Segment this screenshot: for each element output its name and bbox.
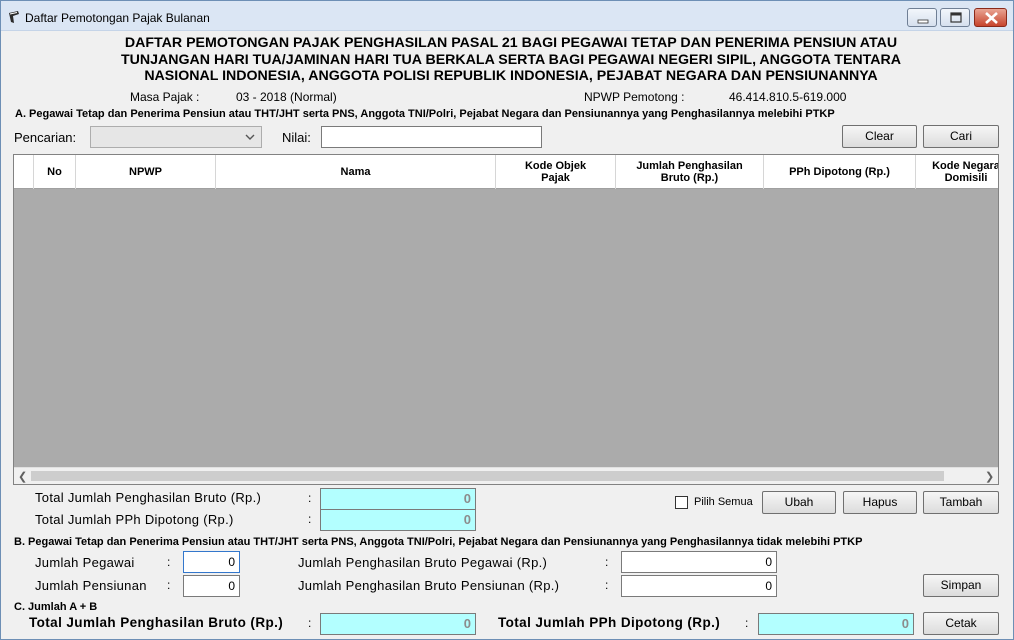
column-header-nama[interactable]: Nama: [216, 155, 496, 189]
jumlah-pegawai-input[interactable]: 0: [183, 551, 240, 573]
horizontal-scrollbar[interactable]: ❮ ❯: [14, 467, 998, 484]
npwp-pemotong-value: 46.414.810.5-619.000: [729, 90, 847, 104]
grid-header: No NPWP Nama Kode Objek Pajak Jumlah Pen…: [14, 155, 998, 189]
minimize-button[interactable]: [907, 8, 937, 27]
ubah-button[interactable]: Ubah: [762, 491, 836, 514]
npwp-pemotong-label: NPWP Pemotong :: [584, 90, 685, 104]
masa-pajak-label: Masa Pajak :: [130, 90, 200, 104]
simpan-button[interactable]: Simpan: [923, 574, 999, 597]
scroll-left-icon[interactable]: ❮: [18, 470, 27, 483]
total-pph-c-field: 0: [758, 613, 914, 635]
pencarian-label: Pencarian:: [14, 130, 77, 145]
total-pph-a-label: Total Jumlah PPh Dipotong (Rp.): [35, 512, 234, 527]
bruto-pensiunan-label: Jumlah Penghasilan Bruto Pensiunan (Rp.): [298, 578, 560, 593]
total-bruto-c-label: Total Jumlah Penghasilan Bruto (Rp.): [29, 615, 284, 630]
minimize-icon: [917, 19, 929, 24]
scrollbar-thumb[interactable]: [31, 471, 944, 481]
colon: :: [167, 555, 171, 569]
colon: :: [308, 512, 312, 526]
chevron-down-icon: [245, 134, 255, 140]
maximize-icon: [950, 12, 962, 23]
column-header-kode-negara[interactable]: Kode Negara Domisili: [916, 155, 998, 189]
data-grid[interactable]: No NPWP Nama Kode Objek Pajak Jumlah Pen…: [13, 154, 999, 485]
column-header-kode-objek-pajak[interactable]: Kode Objek Pajak: [496, 155, 616, 189]
bruto-pensiunan-input[interactable]: 0: [621, 575, 777, 597]
colon: :: [167, 578, 171, 592]
colon: :: [745, 616, 749, 630]
section-b-title: B. Pegawai Tetap dan Penerima Pensiun at…: [14, 536, 863, 548]
tambah-button[interactable]: Tambah: [923, 491, 999, 514]
page-title-line-2: TUNJANGAN HARI TUA/JAMINAN HARI TUA BERK…: [120, 52, 902, 68]
app-icon: [9, 11, 19, 23]
close-button[interactable]: [974, 8, 1007, 27]
pencarian-select[interactable]: [90, 126, 262, 148]
pilih-semua-checkbox[interactable]: [675, 496, 688, 509]
total-bruto-a-label: Total Jumlah Penghasilan Bruto (Rp.): [35, 490, 262, 505]
column-header-jumlah-bruto[interactable]: Jumlah Penghasilan Bruto (Rp.): [616, 155, 764, 189]
title-bar: Daftar Pemotongan Pajak Bulanan: [1, 1, 1013, 31]
total-pph-c-label: Total Jumlah PPh Dipotong (Rp.): [498, 615, 721, 630]
total-bruto-a-field: 0: [320, 488, 476, 510]
section-a-title: A. Pegawai Tetap dan Penerima Pensiun at…: [15, 108, 835, 120]
jumlah-pegawai-label: Jumlah Pegawai: [35, 555, 135, 570]
nilai-label: Nilai:: [282, 130, 311, 145]
pilih-semua-label[interactable]: Pilih Semua: [694, 496, 753, 508]
close-icon: [985, 12, 998, 24]
colon: :: [308, 616, 312, 630]
cari-button[interactable]: Cari: [923, 125, 999, 148]
bruto-pegawai-input[interactable]: 0: [621, 551, 777, 573]
maximize-button[interactable]: [940, 8, 970, 27]
window-title: Daftar Pemotongan Pajak Bulanan: [25, 11, 210, 25]
main-window: Daftar Pemotongan Pajak Bulanan DAFTAR P…: [0, 0, 1014, 640]
total-bruto-c-field: 0: [320, 613, 476, 635]
colon: :: [308, 491, 312, 505]
column-header-npwp[interactable]: NPWP: [76, 155, 216, 189]
column-header-no[interactable]: No: [34, 155, 76, 189]
masa-pajak-value: 03 - 2018 (Normal): [236, 90, 337, 104]
colon: :: [605, 578, 609, 592]
clear-button[interactable]: Clear: [842, 125, 917, 148]
grid-row-header: [14, 155, 34, 189]
jumlah-pensiunan-label: Jumlah Pensiunan: [35, 578, 147, 593]
section-c-title: C. Jumlah A + B: [14, 601, 98, 613]
colon: :: [605, 555, 609, 569]
jumlah-pensiunan-input[interactable]: 0: [183, 575, 240, 597]
column-header-pph-dipotong[interactable]: PPh Dipotong (Rp.): [764, 155, 916, 189]
bruto-pegawai-label: Jumlah Penghasilan Bruto Pegawai (Rp.): [298, 555, 548, 570]
cetak-button[interactable]: Cetak: [923, 612, 999, 635]
hapus-button[interactable]: Hapus: [843, 491, 917, 514]
total-pph-a-field: 0: [320, 509, 476, 531]
nilai-input[interactable]: [321, 126, 542, 148]
scroll-right-icon[interactable]: ❯: [985, 470, 994, 483]
page-title-line-3: NASIONAL INDONESIA, ANGGOTA POLISI REPUB…: [144, 68, 878, 84]
page-title-line-1: DAFTAR PEMOTONGAN PAJAK PENGHASILAN PASA…: [124, 35, 898, 51]
